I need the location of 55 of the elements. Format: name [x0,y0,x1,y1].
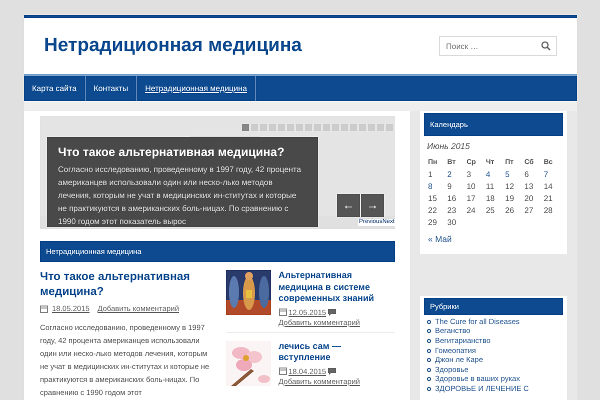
comment-icon [328,368,336,375]
bullet-icon [427,386,431,391]
comment-icon [328,308,336,316]
calendar-day: 20 [524,192,544,204]
bullet-icon [427,329,431,334]
calendar-day: 18 [486,192,506,204]
search-icon[interactable] [541,41,551,51]
calendar-day: 11 [486,180,506,192]
calendar-day: 25 [486,204,506,216]
calendar-icon [40,304,48,313]
site-title[interactable]: Нетрадиционная медицина [44,32,302,60]
calendar-day: 21 [544,192,563,204]
slide-text: Согласно исследованию, проведенному в 1997 году, 42 процента американцев использовали один или неско-лько методов лечения, которым не учат в медицинских ин-ститутах и которые не практикуются в американских боль-ницах. По сравнению с 1990 годом этот показатель вырос [58,164,302,228]
calendar-day: 14 [544,180,563,192]
calendar-day: 1 [428,168,448,180]
calendar-day: 10 [466,180,486,192]
post-title[interactable]: Альтернативная медицина в системе современных знаний [278,270,390,305]
calendar-day: 17 [466,192,486,204]
calendar-day: 27 [524,204,544,216]
calendar-icon [278,366,286,375]
calendar-day: 12 [505,180,524,192]
bullet-icon [427,377,431,382]
calendar-day: 26 [505,204,524,216]
calendar-day[interactable]: 4 [486,168,506,180]
calendar-day: 15 [428,192,448,204]
search-field[interactable]: Поиск … [439,36,557,56]
calendar-day: 16 [447,192,467,204]
calendar-day: 23 [447,204,467,216]
bullet-icon [427,368,431,372]
calendar-day[interactable]: 8 [428,180,448,192]
bullet-icon [427,358,431,362]
bullet-icon [427,320,431,324]
slide-title[interactable]: Что такое альтернативная медицина? [58,145,307,160]
post-title[interactable]: лечись сам — вступление [278,340,390,364]
calendar-day: 6 [524,168,544,180]
calendar-day: 19 [505,192,524,204]
calendar-day: 22 [428,204,448,216]
calendar-day: 28 [544,204,563,216]
calendar-icon [278,308,286,316]
calendar-day: 30 [447,216,467,228]
previous-month-link[interactable]: « Май [428,232,452,246]
calendar-day: 24 [466,204,486,216]
calendar-day: 9 [447,180,467,192]
previous-button[interactable]: ← [337,194,360,217]
calendar-day[interactable]: 5 [505,168,524,180]
calendar-day: 3 [466,168,486,180]
calendar-day: 29 [428,216,448,228]
post-title[interactable]: Что такое альтернативная медицина? [40,270,210,300]
bullet-icon [427,348,431,353]
calendar-day: 13 [524,180,544,192]
next-button[interactable]: → [361,194,384,217]
calendar-day[interactable]: 7 [544,168,563,180]
calendar-caption: Июнь 2015 [427,140,471,153]
calendar-day[interactable]: 2 [447,168,467,180]
bullet-icon [427,338,431,343]
